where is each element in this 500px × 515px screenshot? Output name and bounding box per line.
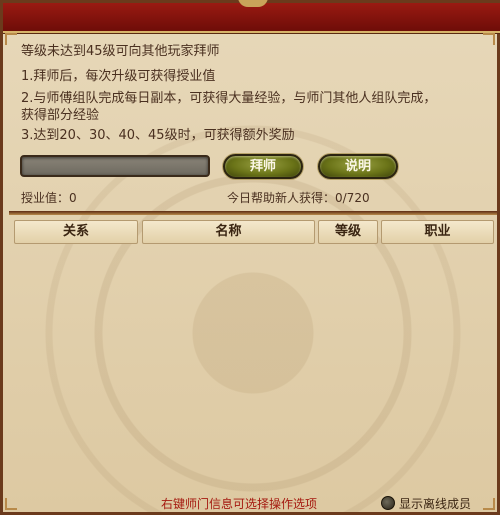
apprentice-button[interactable]: 拜师 [223,154,303,179]
rule-2-text: 2.与师傅组队完成每日副本，可获得大量经验，与师门其他人组队完成， [21,91,437,106]
column-header-job[interactable]: 职业 [381,220,494,244]
show-offline-label[interactable]: 显示离线成员 [399,495,471,512]
corner-ornament [483,33,495,45]
column-header-level[interactable]: 等级 [318,220,378,244]
column-header-name[interactable]: 名称 [142,220,315,244]
requirement-text: 等级未达到45级可向其他玩家拜师 [21,44,220,59]
mentor-panel: 等级未达到45级可向其他玩家拜师 1.拜师后，每次升级可获得授业值 2.与师傅组… [0,0,500,515]
corner-ornament [483,498,495,510]
rule-2-continuation-text: 获得部分经验 [21,108,100,123]
teaching-value-text: 授业值：0 [21,191,77,205]
explain-button[interactable]: 说明 [318,154,398,179]
show-offline-radio[interactable] [381,496,395,510]
column-header-relation[interactable]: 关系 [14,220,138,244]
section-divider [9,211,497,215]
rule-1-text: 1.拜师后，每次升级可获得授业值 [21,69,216,84]
today-help-text: 今日帮助新人获得：0/720 [227,191,370,205]
title-ornament [238,0,268,7]
right-click-hint: 右键师门信息可选择操作选项 [161,497,318,511]
title-bar [3,0,500,33]
member-list[interactable] [11,247,495,487]
mentor-name-input[interactable] [20,155,210,177]
corner-ornament [5,498,17,510]
corner-ornament [5,33,17,45]
rule-3-text: 3.达到20、30、40、45级时，可获得额外奖励 [21,128,295,143]
